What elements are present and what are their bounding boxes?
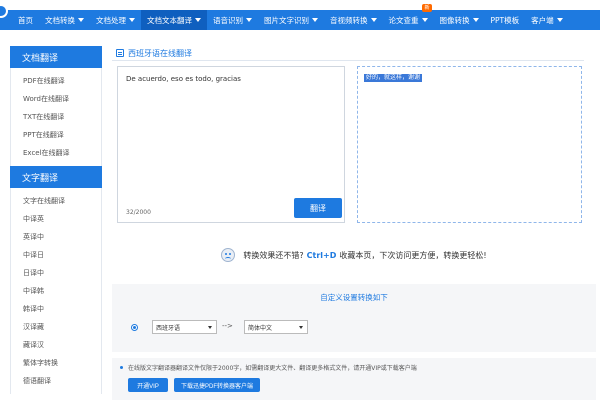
char-count: 32/2000 — [126, 209, 151, 216]
settings-radio[interactable] — [131, 324, 138, 331]
sidebar-item[interactable]: 德语翻译 — [11, 372, 101, 390]
sidebar-item[interactable]: 中译英 — [11, 210, 101, 228]
nav-item-label: 文档文本翻译 — [147, 15, 192, 25]
target-language-select[interactable]: 简体中文 — [244, 320, 308, 334]
sidebar-item[interactable]: PDF在线翻译 — [11, 72, 101, 90]
document-icon — [116, 49, 124, 57]
sidebar-item[interactable]: 藏译汉 — [11, 336, 101, 354]
download-client-button[interactable]: 下载迅捷PDF转换器客户端 — [174, 378, 260, 392]
chevron-down-icon — [312, 18, 318, 22]
nav-item-label: 音视频转换 — [330, 15, 368, 25]
title-divider — [112, 60, 584, 61]
nav-item[interactable]: 文档转换 — [39, 10, 90, 30]
sidebar-text-list: 文字在线翻译 中译英 英译中 中译日 日译中 中译韩 韩译中 汉译藏 藏译汉 繁体字转换 德语翻译 — [10, 188, 102, 394]
page-title: 西班牙语在线翻译 — [128, 48, 192, 58]
nav-item[interactable]: 音视频转换 — [324, 10, 383, 30]
result-text-area[interactable]: 好的，就这样，谢谢 — [357, 66, 582, 223]
target-language-value: 简体中文 — [248, 324, 273, 332]
top-nav-bar: 首页 文档转换 文档处理 文档文本翻译 语音识别 图片文字识别 音视频转换 论文查重新图像转换… — [0, 4, 600, 30]
nav-item[interactable]: 论文查重新 — [383, 4, 434, 30]
bullet-icon — [120, 366, 123, 369]
source-text[interactable]: De acuerdo, eso es todo, gracias — [126, 75, 241, 83]
result-text[interactable]: 好的，就这样，谢谢 — [364, 74, 423, 82]
sidebar: 文档翻译 PDF在线翻译 Word在线翻译 TXT在线翻译 PPT在线翻译 Excel在… — [10, 46, 102, 400]
source-language-value: 西班牙语 — [156, 324, 181, 332]
sad-face-icon — [221, 248, 236, 262]
nav-item-label: PPT模板 — [490, 15, 520, 25]
chevron-down-icon — [370, 18, 377, 22]
open-vip-button[interactable]: 开通VIP — [128, 378, 168, 392]
sidebar-item[interactable]: PPT在线翻译 — [11, 126, 101, 144]
sidebar-item[interactable]: 繁体字转换 — [11, 354, 101, 372]
nav-item[interactable]: 图片文字识别 — [258, 10, 324, 30]
nav-item[interactable]: 首页 — [12, 10, 39, 30]
nav-item[interactable]: 文档处理 — [90, 10, 141, 30]
nav-item[interactable]: 文档文本翻译 — [141, 10, 207, 30]
custom-settings-title: 自定义设置转换如下 — [320, 293, 388, 302]
sidebar-item[interactable]: 韩译中 — [11, 300, 101, 318]
sidebar-item[interactable]: Word在线翻译 — [11, 90, 101, 108]
sidebar-item[interactable]: 日译中 — [11, 264, 101, 282]
sidebar-item[interactable]: 中译日 — [11, 246, 101, 264]
direction-arrow: --> — [222, 322, 233, 330]
translate-button[interactable]: 翻译 — [294, 198, 342, 218]
bookmark-tip: 转换效果还不错? Ctrl+D 收藏本页，下次访问更方便，转换更轻松! — [112, 248, 596, 262]
tip-shortcut: Ctrl+D — [306, 250, 337, 260]
nav-item[interactable]: 语音识别 — [207, 10, 258, 30]
custom-settings: 自定义设置转换如下 西班牙语 --> 简体中文 — [112, 284, 596, 352]
chevron-down-icon — [129, 18, 135, 22]
sidebar-item[interactable]: 汉译藏 — [11, 318, 101, 336]
nav-item[interactable]: 图像转换 — [434, 10, 485, 30]
source-language-select[interactable]: 西班牙语 — [152, 320, 217, 334]
nav-item-label: 论文查重 — [388, 15, 419, 25]
panel-title: 西班牙语在线翻译 — [112, 46, 596, 60]
source-text-area[interactable]: De acuerdo, eso es todo, gracias 32/2000… — [117, 66, 345, 223]
chevron-down-icon — [421, 18, 428, 22]
notice-text: 在线版文字翻译器翻译文件仅限于2000字，如需翻译更大文件、翻译更多格式文件，请… — [128, 365, 417, 372]
nav-item-label: 图片文字识别 — [264, 15, 309, 25]
main-panel: 西班牙语在线翻译 De acuerdo, eso es todo, gracia… — [112, 46, 596, 400]
sidebar-doc-list: PDF在线翻译 Word在线翻译 TXT在线翻译 PPT在线翻译 Excel在线翻译 — [10, 68, 102, 166]
sidebar-item[interactable]: TXT在线翻译 — [11, 108, 101, 126]
chevron-down-icon — [195, 18, 201, 22]
sidebar-item[interactable]: Excel在线翻译 — [11, 144, 101, 162]
chevron-down-icon — [208, 326, 212, 329]
nav-items: 首页 文档转换 文档处理 文档文本翻译 语音识别 图片文字识别 音视频转换 论文查重新图像转换… — [0, 4, 569, 30]
tip-suffix: 收藏本页，下次访问更方便，转换更轻松! — [339, 250, 487, 260]
nav-item[interactable]: PPT模板 — [485, 10, 526, 30]
sidebar-head-text: 文字翻译 — [10, 166, 102, 188]
nav-item-label: 首页 — [18, 15, 33, 25]
tip-prefix: 转换效果还不错? — [243, 250, 304, 260]
nav-item[interactable]: 客户端 — [525, 10, 569, 30]
sidebar-item[interactable]: 英译中 — [11, 228, 101, 246]
sidebar-item[interactable]: 文字在线翻译 — [11, 192, 101, 210]
new-badge: 新 — [422, 4, 432, 12]
chevron-down-icon — [299, 326, 303, 329]
notice-panel: 在线版文字翻译器翻译文件仅限于2000字，如需翻译更大文件、翻译更多格式文件，请… — [112, 358, 596, 400]
nav-item-label: 文档处理 — [96, 15, 126, 25]
sidebar-item[interactable]: 中译韩 — [11, 282, 101, 300]
nav-item-label: 图像转换 — [439, 15, 470, 25]
chevron-down-icon — [472, 18, 479, 22]
nav-item-label: 语音识别 — [213, 15, 243, 25]
chevron-down-icon — [556, 18, 563, 22]
chevron-down-icon — [246, 18, 252, 22]
sidebar-head-doc: 文档翻译 — [10, 46, 102, 68]
nav-item-label: 文档转换 — [45, 15, 75, 25]
nav-item-label: 客户端 — [531, 15, 554, 25]
chevron-down-icon — [78, 18, 84, 22]
